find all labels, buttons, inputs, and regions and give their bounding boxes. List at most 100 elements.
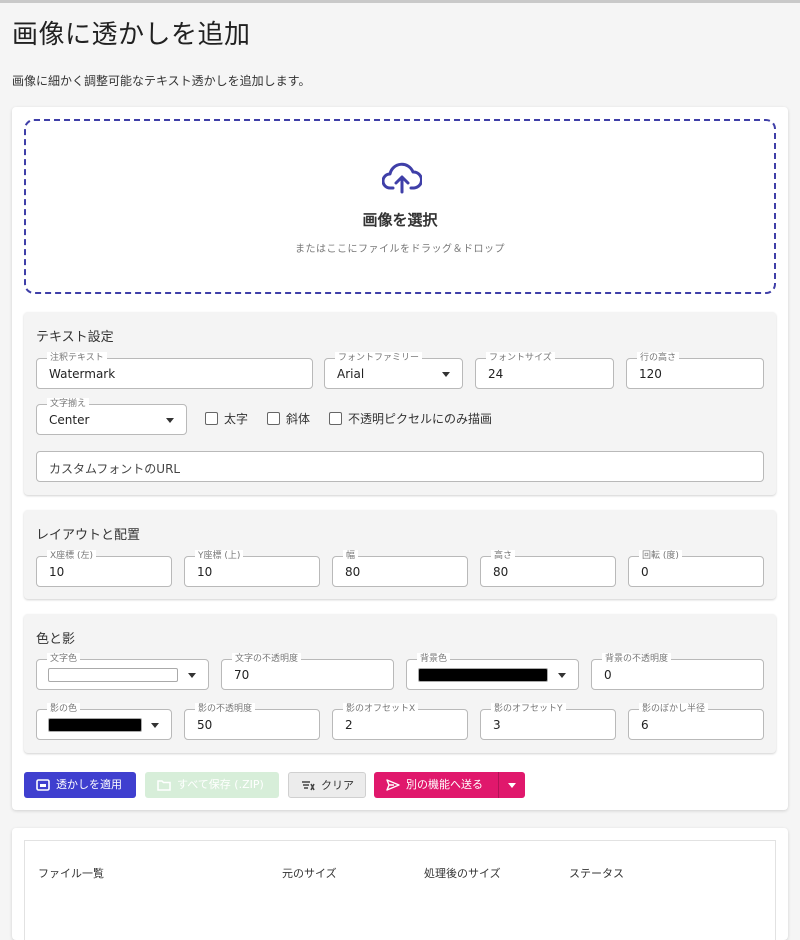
shadow-blur-field[interactable]: 影のぼかし半径 6: [628, 703, 764, 740]
field-value: 80: [345, 565, 361, 579]
save-all-zip-button[interactable]: すべて保存 (.ZIP): [145, 772, 279, 798]
apply-watermark-button[interactable]: 透かしを適用: [24, 772, 136, 798]
folder-icon: [157, 780, 171, 791]
x-position-field[interactable]: X座標 (左) 10: [36, 550, 172, 587]
field-label: 影の不透明度: [195, 703, 256, 715]
field-value: 3: [493, 718, 501, 732]
annotation-text-field[interactable]: 注釈テキスト Watermark: [36, 352, 313, 389]
chevron-down-icon: [558, 673, 566, 678]
field-label: フォントファミリー: [335, 352, 423, 364]
field-label: Y座標 (上): [195, 550, 244, 562]
field-label: 行の高さ: [637, 352, 680, 364]
shadow-opacity-field[interactable]: 影の不透明度 50: [184, 703, 320, 740]
column-header-processed-size: 処理後のサイズ: [424, 867, 501, 880]
dropzone-title: 画像を選択: [362, 211, 438, 229]
font-size-field[interactable]: フォントサイズ 24: [475, 352, 614, 389]
color-shadow-section: 色と影 文字色 文字の不透明度 70 背景色 背景の不透明度 0 影の色 影の不…: [24, 614, 776, 753]
field-value: 70: [234, 668, 250, 682]
bg-opacity-field[interactable]: 背景の不透明度 0: [591, 653, 764, 690]
chevron-down-icon: [442, 372, 450, 377]
text-color-picker[interactable]: 文字色: [36, 653, 209, 690]
checkbox-label: 斜体: [286, 412, 311, 426]
field-label: 影のオフセットY: [491, 703, 566, 715]
page-description: 画像に細かく調整可能なテキスト透かしを追加します。: [12, 74, 311, 88]
font-family-select[interactable]: フォントファミリー Arial: [324, 352, 463, 389]
section-title: テキスト設定: [36, 330, 114, 345]
field-value: 80: [493, 565, 509, 579]
field-value: 120: [639, 367, 662, 381]
field-label: 影のぼかし半径: [639, 703, 709, 715]
text-opacity-field[interactable]: 文字の不透明度 70: [221, 653, 394, 690]
color-swatch: [418, 668, 548, 682]
field-value: 10: [197, 565, 213, 579]
checkbox-box[interactable]: [329, 412, 342, 425]
send-icon: [386, 779, 400, 791]
rotation-field[interactable]: 回転 (度) 0: [628, 550, 764, 587]
field-placeholder: カスタムフォントのURL: [49, 462, 181, 476]
checkbox-label: 太字: [224, 412, 249, 426]
shadow-color-picker[interactable]: 影の色: [36, 703, 172, 740]
shadow-offset-y-field[interactable]: 影のオフセットY 3: [480, 703, 616, 740]
line-height-field[interactable]: 行の高さ 120: [626, 352, 764, 389]
button-label: 透かしを適用: [56, 778, 122, 791]
text-align-select[interactable]: 文字揃え Center: [36, 398, 187, 435]
field-value: Arial: [337, 367, 365, 381]
y-position-field[interactable]: Y座標 (上) 10: [184, 550, 320, 587]
field-label: 幅: [343, 550, 359, 562]
bg-color-picker[interactable]: 背景色: [406, 653, 579, 690]
section-title: 色と影: [36, 632, 76, 647]
image-icon: [36, 779, 50, 791]
cloud-upload-icon: [382, 162, 422, 194]
checkbox-box[interactable]: [267, 412, 280, 425]
button-label: クリア: [321, 779, 354, 792]
opaque-only-checkbox[interactable]: 不透明ピクセルにのみ描画: [329, 410, 492, 427]
field-value: Watermark: [49, 367, 116, 381]
image-dropzone[interactable]: 画像を選択 またはここにファイルをドラッグ＆ドロップ: [24, 119, 776, 294]
field-label: 影の色: [47, 703, 81, 715]
chevron-down-icon: [166, 418, 174, 423]
field-value: Center: [49, 413, 90, 427]
field-label: 影のオフセットX: [343, 703, 419, 715]
checkbox-label: 不透明ピクセルにのみ描画: [348, 412, 493, 426]
field-value: 0: [604, 668, 612, 682]
field-value: 10: [49, 565, 65, 579]
field-label: 高さ: [491, 550, 516, 562]
section-title: レイアウトと配置: [36, 528, 141, 543]
checkbox-box[interactable]: [205, 412, 218, 425]
bold-checkbox[interactable]: 太字: [205, 410, 248, 427]
column-header-original-size: 元のサイズ: [282, 867, 337, 880]
page-title: 画像に透かしを追加: [12, 20, 251, 50]
field-label: 文字色: [47, 653, 81, 665]
button-label: 別の機能へ送る: [406, 778, 483, 791]
field-label: 文字の不透明度: [232, 653, 302, 665]
field-label: 注釈テキスト: [47, 352, 107, 364]
field-label: 背景色: [417, 653, 451, 665]
color-swatch: [48, 718, 142, 732]
layout-section: レイアウトと配置 X座標 (左) 10 Y座標 (上) 10 幅 80 高さ 8…: [24, 510, 776, 599]
clear-icon: [302, 781, 315, 791]
width-field[interactable]: 幅 80: [332, 550, 468, 587]
send-options-dropdown-button[interactable]: [498, 772, 525, 798]
clear-button[interactable]: クリア: [288, 772, 366, 798]
text-settings-section: テキスト設定 注釈テキスト Watermark フォントファミリー Arial …: [24, 312, 776, 495]
field-value: 50: [197, 718, 213, 732]
field-label: X座標 (左): [47, 550, 97, 562]
field-value: 24: [488, 367, 504, 381]
field-label: 背景の不透明度: [602, 653, 672, 665]
file-table: ファイル一覧 元のサイズ 処理後のサイズ ステータス: [24, 840, 776, 940]
italic-checkbox[interactable]: 斜体: [267, 410, 310, 427]
shadow-offset-x-field[interactable]: 影のオフセットX 2: [332, 703, 468, 740]
chevron-down-icon: [188, 673, 196, 678]
top-border: [0, 0, 800, 3]
field-label: フォントサイズ: [486, 352, 555, 364]
custom-font-url-field[interactable]: カスタムフォントのURL: [36, 451, 764, 482]
field-value: 2: [345, 718, 353, 732]
field-value: 0: [641, 565, 649, 579]
file-list-card: ファイル一覧 元のサイズ 処理後のサイズ ステータス: [12, 828, 788, 940]
chevron-down-icon: [508, 783, 516, 788]
field-label: 回転 (度): [639, 550, 682, 562]
height-field[interactable]: 高さ 80: [480, 550, 616, 587]
send-to-feature-button[interactable]: 別の機能へ送る: [374, 772, 498, 798]
field-value: 6: [641, 718, 649, 732]
color-swatch: [48, 668, 178, 682]
